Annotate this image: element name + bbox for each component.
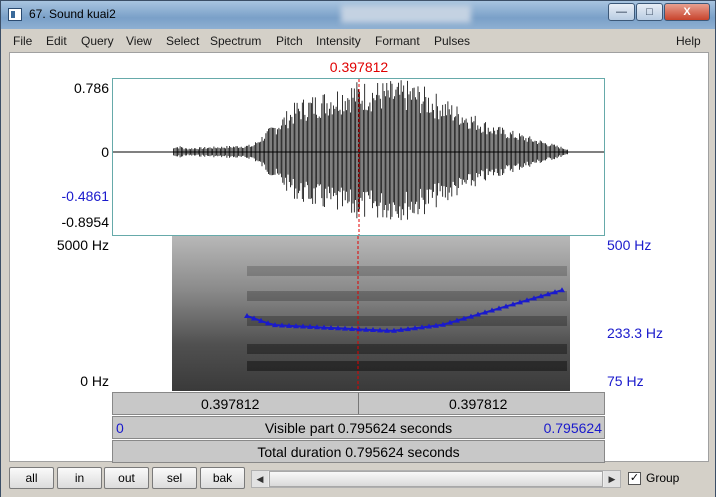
waveform-zero-label: 0 (101, 144, 109, 160)
horizontal-scrollbar[interactable]: ◀ ▶ (251, 470, 621, 488)
menu-view[interactable]: View (126, 34, 152, 48)
menu-pulses[interactable]: Pulses (434, 34, 470, 48)
menu-edit[interactable]: Edit (46, 34, 67, 48)
cursor-time-label: 0.397812 (329, 59, 389, 75)
maximize-button[interactable]: □ (636, 3, 663, 21)
pitch-min-label: 75 Hz (607, 373, 644, 389)
group-checkbox[interactable]: ✓ (628, 472, 641, 485)
waveform-trace (173, 80, 568, 221)
scroll-thumb[interactable] (269, 471, 603, 487)
visible-end-time: 0.795624 (543, 420, 602, 436)
zoom-out-button[interactable]: out (104, 467, 149, 489)
left-part-time: 0.397812 (201, 396, 260, 412)
menu-file[interactable]: File (13, 34, 32, 48)
waveform-selection-label: -0.4861 (61, 188, 109, 204)
zoom-back-button[interactable]: bak (200, 467, 245, 489)
pitch-mid-label: 233.3 Hz (607, 325, 664, 341)
zoom-in-button[interactable]: in (57, 467, 102, 489)
bottom-toolbar: all in out sel bak ◀ ▶ ✓ Group (1, 463, 715, 497)
spectrogram-svg (172, 236, 570, 391)
formant-band-1 (247, 291, 567, 301)
close-button[interactable]: X (664, 3, 710, 21)
title-bar[interactable]: 67. Sound kuai2 — □ X (1, 1, 715, 29)
window-title: 67. Sound kuai2 (29, 7, 116, 21)
formant-band-3 (247, 344, 567, 354)
cursor-time-bar[interactable]: 0.397812 0.397812 (112, 392, 605, 415)
waveform-max-label: 0.786 (73, 80, 109, 96)
blurred-title-region (341, 5, 471, 23)
total-duration-text: Total duration 0.795624 seconds (257, 444, 460, 460)
app-icon (8, 8, 22, 21)
bar-divider (358, 393, 359, 414)
formant-band-0 (247, 266, 567, 276)
menu-bar: File Edit Query View Select Spectrum Pit… (6, 31, 710, 51)
menu-help[interactable]: Help (676, 34, 701, 48)
right-part-time: 0.397812 (449, 396, 508, 412)
visible-part-text: Visible part 0.795624 seconds (264, 420, 453, 436)
menu-pitch[interactable]: Pitch (276, 34, 303, 48)
pitch-max-label: 500 Hz (607, 237, 652, 253)
group-label: Group (646, 471, 680, 485)
spectrogram-panel[interactable] (112, 236, 605, 391)
menu-select[interactable]: Select (166, 34, 199, 48)
waveform-svg (113, 79, 604, 235)
total-duration-bar[interactable]: Total duration 0.795624 seconds (112, 440, 605, 463)
show-all-button[interactable]: all (9, 467, 54, 489)
menu-formant[interactable]: Formant (375, 34, 420, 48)
minimize-button[interactable]: — (608, 3, 635, 21)
menu-query[interactable]: Query (81, 34, 114, 48)
menu-spectrum[interactable]: Spectrum (210, 34, 261, 48)
waveform-path (173, 80, 568, 221)
waveform-panel[interactable] (112, 78, 605, 236)
scroll-right-icon[interactable]: ▶ (604, 471, 620, 487)
waveform-min-label: -0.8954 (61, 214, 109, 230)
zoom-to-selection-button[interactable]: sel (152, 467, 197, 489)
formant-band-2 (247, 316, 567, 326)
spectrogram-min-freq-label: 0 Hz (80, 373, 109, 389)
sound-editor-window: 67. Sound kuai2 — □ X File Edit Query Vi… (0, 0, 716, 497)
menu-intensity[interactable]: Intensity (316, 34, 361, 48)
spectrogram-max-freq-label: 5000 Hz (56, 237, 109, 253)
scroll-left-icon[interactable]: ◀ (252, 471, 268, 487)
visible-part-bar[interactable]: 0 Visible part 0.795624 seconds 0.795624 (112, 416, 605, 439)
formant-band-4 (247, 361, 567, 371)
